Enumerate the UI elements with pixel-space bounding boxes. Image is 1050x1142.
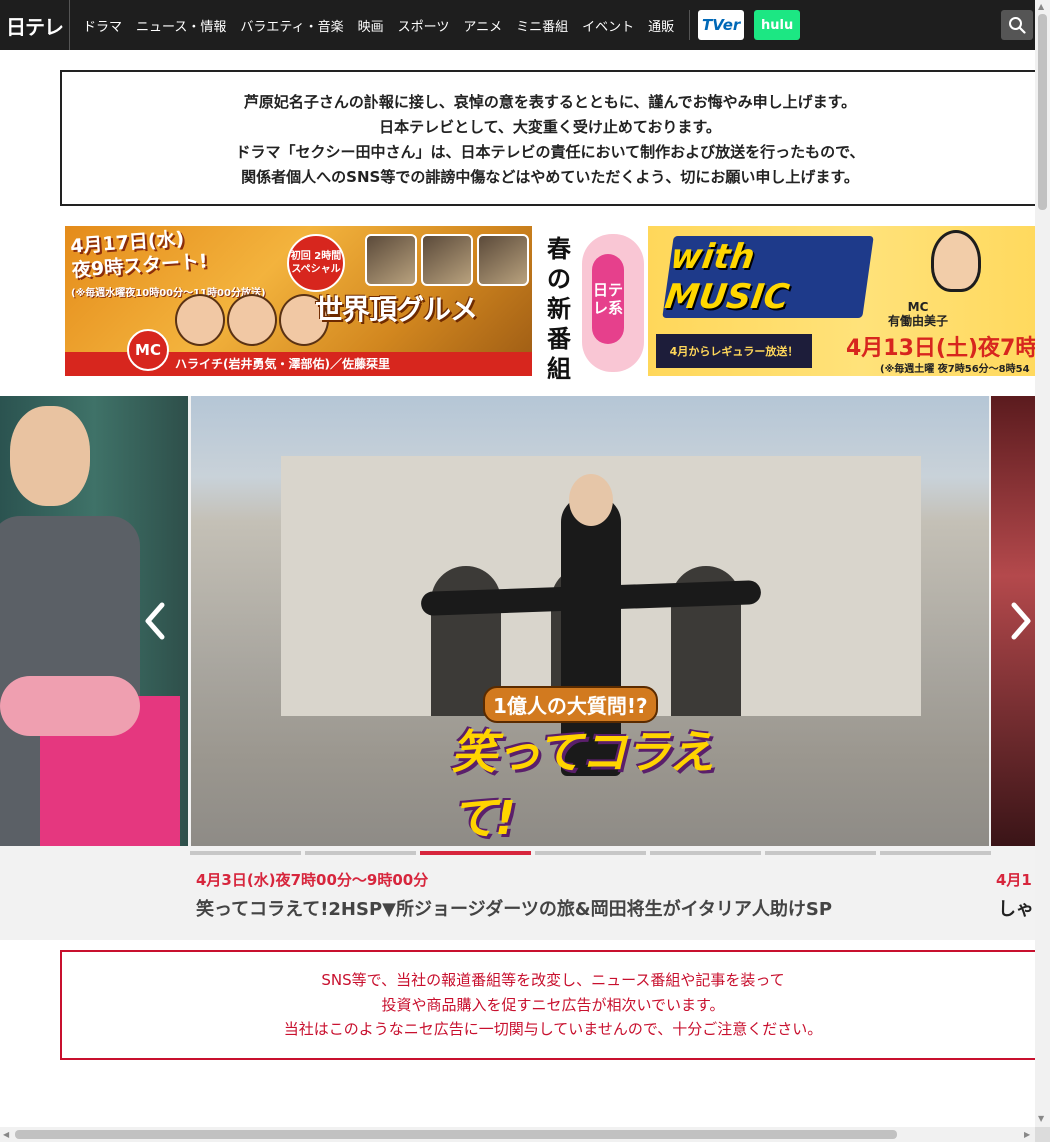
notice-line: SNS等で、当社の報道番組等を改変し、ニュース番組や記事を装って — [321, 971, 785, 989]
food-photo — [477, 234, 529, 286]
carousel-indicator[interactable] — [190, 851, 301, 855]
nav-item-variety[interactable]: バラエティ・音楽 — [233, 16, 350, 35]
banner-title: 世界頂グルメ — [315, 293, 478, 326]
carousel-next-button[interactable] — [1006, 596, 1036, 646]
with-music-logo-text: with MUSIC — [662, 237, 792, 317]
scroll-down-icon[interactable]: ▼ — [1038, 1114, 1044, 1123]
search-button[interactable] — [1001, 10, 1033, 40]
condolence-notice: 芦原妃名子さんの訃報に接し、哀悼の意を表するとともに、謹んでお悔やみ申し上げます… — [60, 70, 1050, 206]
next-program-title[interactable]: しゃ — [998, 895, 1035, 921]
chevron-right-icon — [1011, 602, 1031, 640]
notice-line: 芦原妃名子さんの訃報に接し、哀悼の意を表するとともに、謹んでお悔やみ申し上げます… — [243, 93, 857, 111]
host-photo — [227, 294, 277, 346]
global-header: 日テレ ドラマ ニュース・情報 バラエティ・音楽 映画 スポーツ アニメ ミニ番… — [0, 0, 1035, 50]
tver-button[interactable]: TVer — [698, 10, 745, 40]
carousel-prev-button[interactable] — [140, 596, 170, 646]
mc-credit: MC 有働由美子 — [888, 300, 948, 328]
carousel-indicators — [190, 851, 995, 855]
program-date: 4月3日(水)夜7時00分～9時00分 — [196, 871, 429, 889]
person-head — [569, 474, 613, 526]
nav-item-shopping[interactable]: 通販 — [641, 16, 681, 35]
vertical-scroll-thumb[interactable] — [1038, 14, 1047, 210]
ntv-logo[interactable]: 日テレ — [0, 0, 70, 50]
current-slide[interactable]: 1億人の大質問!? 笑ってコラえて! — [191, 396, 989, 846]
broadcast-date: 4月13日(土)夜7時56分 — [846, 336, 1035, 361]
main-nav: ドラマ ニュース・情報 バラエティ・音楽 映画 スポーツ アニメ ミニ番組 イベ… — [70, 0, 810, 50]
show-logo: 1億人の大質問!? 笑ってコラえて! — [441, 686, 741, 845]
nav-item-news[interactable]: ニュース・情報 — [129, 16, 233, 35]
horizontal-scroll-thumb[interactable] — [15, 1130, 897, 1139]
mc-label: MC — [907, 300, 929, 314]
food-photo — [421, 234, 473, 286]
fake-ads-notice[interactable]: SNS等で、当社の報道番組等を改変し、ニュース番組や記事を装って 投資や商品購入… — [60, 950, 1050, 1060]
scroll-left-icon[interactable]: ◀ — [3, 1130, 9, 1139]
nav-item-drama[interactable]: ドラマ — [76, 16, 129, 35]
carousel-indicator[interactable] — [650, 851, 761, 855]
notice-line: 関係者個人へのSNS等での誹謗中傷などはやめていただくよう、切にお願い申し上げま… — [241, 168, 859, 186]
person-face — [10, 406, 90, 506]
chevron-left-icon — [145, 602, 165, 640]
page: 日テレ ドラマ ニュース・情報 バラエティ・音楽 映画 スポーツ アニメ ミニ番… — [0, 0, 1050, 1142]
show-logo-line2: 笑ってコラえて! — [451, 725, 715, 845]
hulu-button[interactable]: hulu — [754, 10, 801, 40]
with-music-banner[interactable]: with MUSIC MC 有働由美子 4月からレギュラー放送！ 4月13日(土… — [648, 226, 1035, 376]
mc-name: 有働由美子 — [888, 314, 949, 328]
nav-item-movie[interactable]: 映画 — [351, 16, 391, 35]
host-photo — [175, 294, 225, 346]
spring-title: 春の新番組 — [547, 235, 571, 383]
nav-divider — [689, 10, 691, 40]
scrollbar-corner — [1035, 1127, 1050, 1142]
nav-item-mini[interactable]: ミニ番組 — [509, 16, 575, 35]
gourmet-banner[interactable]: 4月17日(水) 夜9時スタート! (※毎週水曜夜10時00分～11時00分放送… — [65, 226, 532, 376]
banner-date: 4月17日(水) 夜9時スタート! — [69, 226, 209, 283]
carousel-indicator[interactable] — [765, 851, 876, 855]
flowers — [0, 676, 140, 736]
nav-item-sports[interactable]: スポーツ — [391, 16, 457, 35]
nav-item-anime[interactable]: アニメ — [456, 16, 509, 35]
notice-line: ドラマ「セクシー田中さん」は、日本テレビの責任において制作および放送を行ったもの… — [235, 143, 865, 161]
notice-line: 投資や商品購入を促すニセ広告が相次いでいます。 — [381, 995, 725, 1014]
with-music-logo: with MUSIC — [662, 236, 874, 318]
broadcast-note: (※毎週土曜 夜7時56分～8時54 — [880, 364, 1030, 375]
search-icon — [1009, 17, 1026, 34]
host-photo — [931, 230, 981, 292]
spring-banner[interactable]: 春の新番組 日テレ系 — [532, 226, 648, 383]
scroll-up-icon[interactable]: ▲ — [1038, 2, 1044, 11]
program-carousel: 1億人の大質問!? 笑ってコラえて! 4月3日(水)夜7時00分～9時00分 笑… — [0, 396, 1035, 940]
ntv-tag: 日テレ系 — [592, 254, 624, 344]
special-badge: 初回 2時間 スペシャル — [287, 234, 345, 292]
food-photo — [365, 234, 417, 286]
nav-item-event[interactable]: イベント — [575, 16, 641, 35]
regular-notice: 4月からレギュラー放送！ — [656, 334, 812, 368]
notice-line: 当社はこのようなニセ広告に一切関与していませんので、十分ご注意ください。 — [283, 1020, 823, 1038]
carousel-indicator[interactable] — [305, 851, 416, 855]
next-program-date: 4月1 — [996, 871, 1032, 889]
carousel-indicator-active[interactable] — [420, 851, 531, 855]
logo-text: 日テレ — [6, 14, 64, 39]
carousel-indicator[interactable] — [880, 851, 991, 855]
banner-schedule: (※毎週水曜夜10時00分～11時00分放送) — [71, 288, 266, 299]
vertical-scrollbar[interactable]: ▲ ▼ — [1035, 0, 1050, 1127]
notice-line: 日本テレビとして、大変重く受け止めております。 — [379, 118, 721, 136]
banner-row: 4月17日(水) 夜9時スタート! (※毎週水曜夜10時00分～11時00分放送… — [65, 226, 1035, 383]
horizontal-scrollbar[interactable]: ◀ ▶ — [0, 1127, 1035, 1142]
program-title[interactable]: 笑ってコラえて!2HSP▼所ジョージダーツの旅&岡田将生がイタリア人助けSP — [196, 895, 832, 921]
scroll-right-icon[interactable]: ▶ — [1024, 1130, 1030, 1139]
carousel-indicator[interactable] — [535, 851, 646, 855]
mc-badge: MC — [127, 329, 169, 371]
